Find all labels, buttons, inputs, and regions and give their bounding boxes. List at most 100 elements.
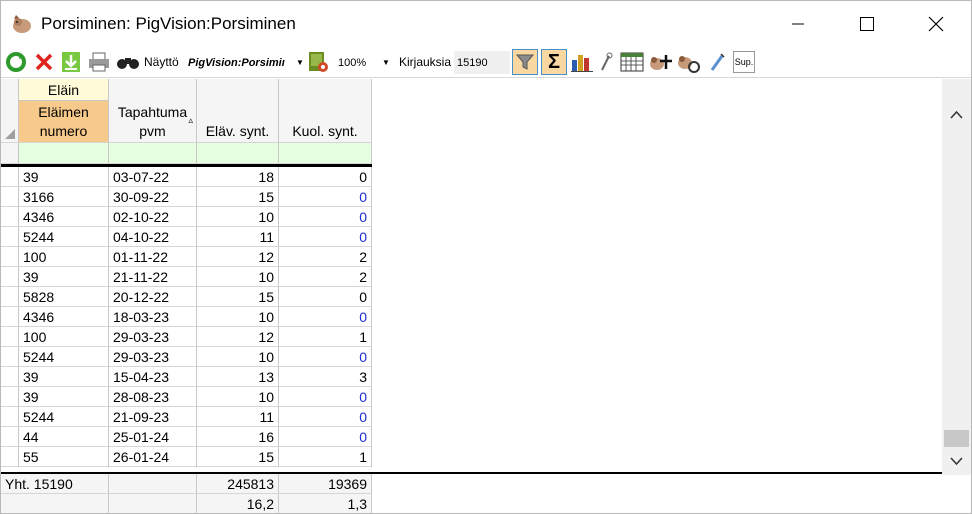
cell-event-date[interactable]: 15-04-23 xyxy=(109,367,197,387)
injection-button[interactable] xyxy=(706,50,728,74)
row-selector[interactable] xyxy=(1,167,19,187)
close-button[interactable] xyxy=(901,1,971,47)
cell-live-born[interactable]: 18 xyxy=(197,167,279,187)
filter-dead-born[interactable] xyxy=(279,143,372,164)
cell-event-date[interactable]: 21-09-23 xyxy=(109,407,197,427)
cell-dead-born[interactable]: 0 xyxy=(279,227,372,247)
row-selector[interactable] xyxy=(1,247,19,267)
filter-live-born[interactable] xyxy=(197,143,279,164)
minimize-button[interactable] xyxy=(763,1,833,47)
chart-button[interactable] xyxy=(570,50,594,74)
cell-animal-number[interactable]: 44 xyxy=(19,427,109,447)
row-selector[interactable] xyxy=(1,387,19,407)
table-row[interactable]: 4346 02-10-22 10 0 xyxy=(1,207,373,227)
cell-live-born[interactable]: 12 xyxy=(197,247,279,267)
cell-event-date[interactable]: 26-01-24 xyxy=(109,447,197,467)
scrollbar-thumb[interactable] xyxy=(944,430,969,447)
col-header-animal-number[interactable]: Eläimen numero xyxy=(19,101,109,143)
cell-animal-number[interactable]: 39 xyxy=(19,367,109,387)
cell-event-date[interactable]: 04-10-22 xyxy=(109,227,197,247)
table-row[interactable]: 39 21-11-22 10 2 xyxy=(1,267,373,287)
cell-dead-born[interactable]: 1 xyxy=(279,447,372,467)
row-selector[interactable] xyxy=(1,287,19,307)
table-row[interactable]: 100 29-03-23 12 1 xyxy=(1,327,373,347)
filter-event-date[interactable] xyxy=(109,143,197,164)
row-selector[interactable] xyxy=(1,407,19,427)
table-row[interactable]: 4346 18-03-23 10 0 xyxy=(1,307,373,327)
cell-dead-born[interactable]: 0 xyxy=(279,187,372,207)
cell-dead-born[interactable]: 0 xyxy=(279,387,372,407)
cell-animal-number[interactable]: 100 xyxy=(19,247,109,267)
col-header-live-born[interactable]: Eläv. synt. xyxy=(197,101,279,143)
cell-live-born[interactable]: 10 xyxy=(197,267,279,287)
row-selector[interactable] xyxy=(1,227,19,247)
cell-dead-born[interactable]: 1 xyxy=(279,327,372,347)
cell-event-date[interactable]: 21-11-22 xyxy=(109,267,197,287)
cell-animal-number[interactable]: 5244 xyxy=(19,407,109,427)
row-selector[interactable] xyxy=(1,427,19,447)
cell-live-born[interactable]: 10 xyxy=(197,347,279,367)
cell-animal-number[interactable]: 3166 xyxy=(19,187,109,207)
calendar-button[interactable] xyxy=(619,50,645,74)
cell-event-date[interactable]: 25-01-24 xyxy=(109,427,197,447)
cell-animal-number[interactable]: 55 xyxy=(19,447,109,467)
row-selector[interactable] xyxy=(1,367,19,387)
cell-animal-number[interactable]: 39 xyxy=(19,387,109,407)
table-row[interactable]: 3166 30-09-22 15 0 xyxy=(1,187,373,207)
cell-animal-number[interactable]: 5244 xyxy=(19,347,109,367)
replace-animal-button[interactable] xyxy=(675,50,701,74)
view-selector-button[interactable] xyxy=(115,50,141,74)
table-row[interactable]: 5244 04-10-22 11 0 xyxy=(1,227,373,247)
cell-event-date[interactable]: 01-11-22 xyxy=(109,247,197,267)
cell-dead-born[interactable]: 2 xyxy=(279,267,372,287)
cell-dead-born[interactable]: 3 xyxy=(279,367,372,387)
cell-event-date[interactable]: 30-09-22 xyxy=(109,187,197,207)
maximize-button[interactable] xyxy=(832,1,902,47)
cell-dead-born[interactable]: 0 xyxy=(279,407,372,427)
table-row[interactable]: 39 03-07-22 18 0 xyxy=(1,167,373,187)
cell-dead-born[interactable]: 0 xyxy=(279,307,372,327)
view-combo[interactable]: PigVision:Porsimiı ▼ xyxy=(187,51,305,74)
cell-animal-number[interactable]: 100 xyxy=(19,327,109,347)
cell-event-date[interactable]: 18-03-23 xyxy=(109,307,197,327)
cell-animal-number[interactable]: 4346 xyxy=(19,207,109,227)
table-row[interactable]: 5244 29-03-23 10 0 xyxy=(1,347,373,367)
row-selector[interactable] xyxy=(1,307,19,327)
table-row[interactable]: 100 01-11-22 12 2 xyxy=(1,247,373,267)
table-row[interactable]: 55 26-01-24 15 1 xyxy=(1,447,373,467)
row-selector[interactable] xyxy=(1,267,19,287)
cell-animal-number[interactable]: 5244 xyxy=(19,227,109,247)
filter-button[interactable] xyxy=(512,49,538,75)
cell-live-born[interactable]: 15 xyxy=(197,447,279,467)
col-header-dead-born[interactable]: Kuol. synt. xyxy=(279,101,372,143)
cell-event-date[interactable]: 29-03-23 xyxy=(109,347,197,367)
cell-dead-born[interactable]: 0 xyxy=(279,427,372,447)
row-selector[interactable] xyxy=(1,447,19,467)
cell-live-born[interactable]: 16 xyxy=(197,427,279,447)
refresh-button[interactable] xyxy=(4,50,28,74)
cell-live-born[interactable]: 15 xyxy=(197,287,279,307)
row-selector[interactable] xyxy=(1,187,19,207)
cell-event-date[interactable]: 28-08-23 xyxy=(109,387,197,407)
cell-live-born[interactable]: 11 xyxy=(197,407,279,427)
row-selector[interactable] xyxy=(1,327,19,347)
cell-live-born[interactable]: 10 xyxy=(197,387,279,407)
cell-dead-born[interactable]: 0 xyxy=(279,207,372,227)
save-button[interactable] xyxy=(59,50,83,74)
cell-live-born[interactable]: 12 xyxy=(197,327,279,347)
cell-dead-born[interactable]: 0 xyxy=(279,287,372,307)
row-selector[interactable] xyxy=(1,207,19,227)
filter-animal-number[interactable] xyxy=(19,143,109,164)
table-row[interactable]: 44 25-01-24 16 0 xyxy=(1,427,373,447)
cell-event-date[interactable]: 29-03-23 xyxy=(109,327,197,347)
sum-button[interactable]: Σ xyxy=(541,49,567,75)
sup-button[interactable]: Sup. xyxy=(733,51,755,73)
print-button[interactable] xyxy=(87,50,111,74)
cell-event-date[interactable]: 02-10-22 xyxy=(109,207,197,227)
add-animal-button[interactable] xyxy=(647,50,673,74)
table-row[interactable]: 5828 20-12-22 15 0 xyxy=(1,287,373,307)
cell-animal-number[interactable]: 39 xyxy=(19,167,109,187)
row-selector[interactable] xyxy=(1,347,19,367)
cell-animal-number[interactable]: 4346 xyxy=(19,307,109,327)
cell-event-date[interactable]: 20-12-22 xyxy=(109,287,197,307)
